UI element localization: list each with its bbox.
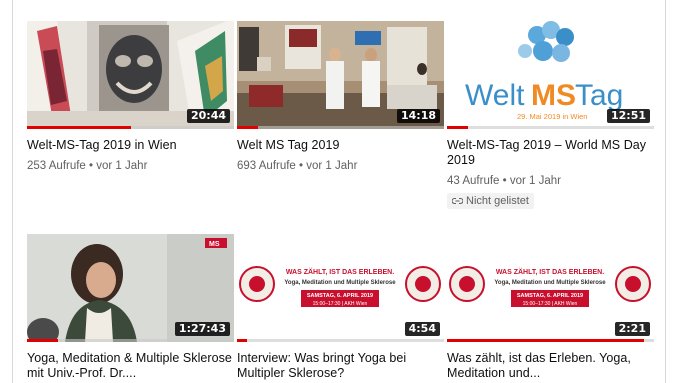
video-card[interactable]: 14:18 Welt MS Tag 2019 693 Aufrufe • vor… bbox=[237, 21, 444, 174]
video-grid-frame: 20:44 Welt-MS-Tag 2019 in Wien 253 Aufru… bbox=[12, 0, 666, 383]
watch-progress bbox=[27, 339, 234, 342]
view-count: 253 Aufrufe bbox=[27, 160, 86, 172]
video-card[interactable]: MS 1:27:43 Yoga, Meditation & Multiple S… bbox=[27, 234, 234, 381]
watch-progress bbox=[237, 126, 444, 129]
unlisted-label: Nicht gelistet bbox=[466, 195, 529, 207]
logo-date: 29. Mai 2019 in Wien bbox=[517, 112, 587, 121]
video-title[interactable]: Yoga, Meditation & Multiple Sklerose mit… bbox=[27, 351, 234, 381]
ms-corner-label: MS bbox=[209, 241, 220, 248]
video-title[interactable]: Was zählt, ist das Erleben. Yoga, Medita… bbox=[447, 351, 654, 381]
video-meta: 43 Aufrufe • vor 1 Jahr bbox=[447, 175, 562, 187]
upload-age: vor 1 Jahr bbox=[509, 175, 562, 187]
video-card[interactable]: 20:44 Welt-MS-Tag 2019 in Wien 253 Aufru… bbox=[27, 21, 234, 174]
video-card[interactable]: Welt MS Tag 29. Mai 2019 in Wien 12:51 W… bbox=[447, 21, 654, 209]
watch-progress bbox=[447, 339, 654, 342]
banner-time: 15:00–17:30 | AKH Wien bbox=[313, 301, 368, 307]
video-card[interactable]: WAS ZÄHLT, IST DAS ERLEBEN. Yoga, Medita… bbox=[237, 234, 444, 381]
video-title[interactable]: Interview: Was bringt Yoga bei Multipler… bbox=[237, 351, 444, 381]
video-thumbnail[interactable]: WAS ZÄHLT, IST DAS ERLEBEN. Yoga, Medita… bbox=[447, 234, 654, 342]
video-duration: 4:54 bbox=[404, 322, 440, 336]
video-duration: 12:51 bbox=[606, 109, 650, 123]
banner-date: SAMSTAG, 6. APRIL 2019 bbox=[307, 293, 373, 299]
watch-progress bbox=[237, 339, 444, 342]
video-thumbnail[interactable]: Welt MS Tag 29. Mai 2019 in Wien 12:51 bbox=[447, 21, 654, 129]
video-card[interactable]: WAS ZÄHLT, IST DAS ERLEBEN. Yoga, Medita… bbox=[447, 234, 654, 381]
banner-subline: Yoga, Meditation und Multiple Sklerose bbox=[494, 280, 606, 286]
video-thumbnail[interactable]: 14:18 bbox=[237, 21, 444, 129]
logo-text-welt: Welt bbox=[465, 79, 525, 112]
view-count: 693 Aufrufe bbox=[237, 160, 296, 172]
video-thumbnail[interactable]: 20:44 bbox=[27, 21, 234, 129]
banner-headline: WAS ZÄHLT, IST DAS ERLEBEN. bbox=[496, 268, 604, 276]
view-count: 43 Aufrufe bbox=[447, 175, 500, 187]
banner-time: 15:00–17:30 | AKH Wien bbox=[523, 301, 578, 307]
logo-text-tag: Tag bbox=[575, 79, 623, 112]
video-title[interactable]: Welt MS Tag 2019 bbox=[237, 138, 444, 153]
video-meta: 253 Aufrufe • vor 1 Jahr bbox=[27, 160, 148, 172]
logo-text-ms: MS bbox=[531, 79, 576, 112]
video-grid: 20:44 Welt-MS-Tag 2019 in Wien 253 Aufru… bbox=[13, 0, 665, 383]
banner-headline: WAS ZÄHLT, IST DAS ERLEBEN. bbox=[286, 268, 394, 276]
video-title[interactable]: Welt-MS-Tag 2019 – World MS Day 2019 bbox=[447, 138, 654, 168]
unlisted-badge: Nicht gelistet bbox=[447, 193, 534, 209]
watch-progress bbox=[27, 126, 234, 129]
video-title[interactable]: Welt-MS-Tag 2019 in Wien bbox=[27, 138, 234, 153]
video-meta: 693 Aufrufe • vor 1 Jahr bbox=[237, 160, 358, 172]
video-duration: 14:18 bbox=[396, 109, 440, 123]
watch-progress bbox=[447, 126, 654, 129]
banner-date: SAMSTAG, 6. APRIL 2019 bbox=[517, 293, 583, 299]
link-icon bbox=[452, 197, 463, 205]
upload-age: vor 1 Jahr bbox=[306, 160, 358, 172]
video-thumbnail[interactable]: MS 1:27:43 bbox=[27, 234, 234, 342]
video-thumbnail[interactable]: WAS ZÄHLT, IST DAS ERLEBEN. Yoga, Medita… bbox=[237, 234, 444, 342]
video-duration: 1:27:43 bbox=[174, 322, 230, 336]
video-duration: 20:44 bbox=[186, 109, 230, 123]
video-duration: 2:21 bbox=[614, 322, 650, 336]
banner-subline: Yoga, Meditation und Multiple Sklerose bbox=[284, 280, 396, 286]
upload-age: vor 1 Jahr bbox=[96, 160, 148, 172]
